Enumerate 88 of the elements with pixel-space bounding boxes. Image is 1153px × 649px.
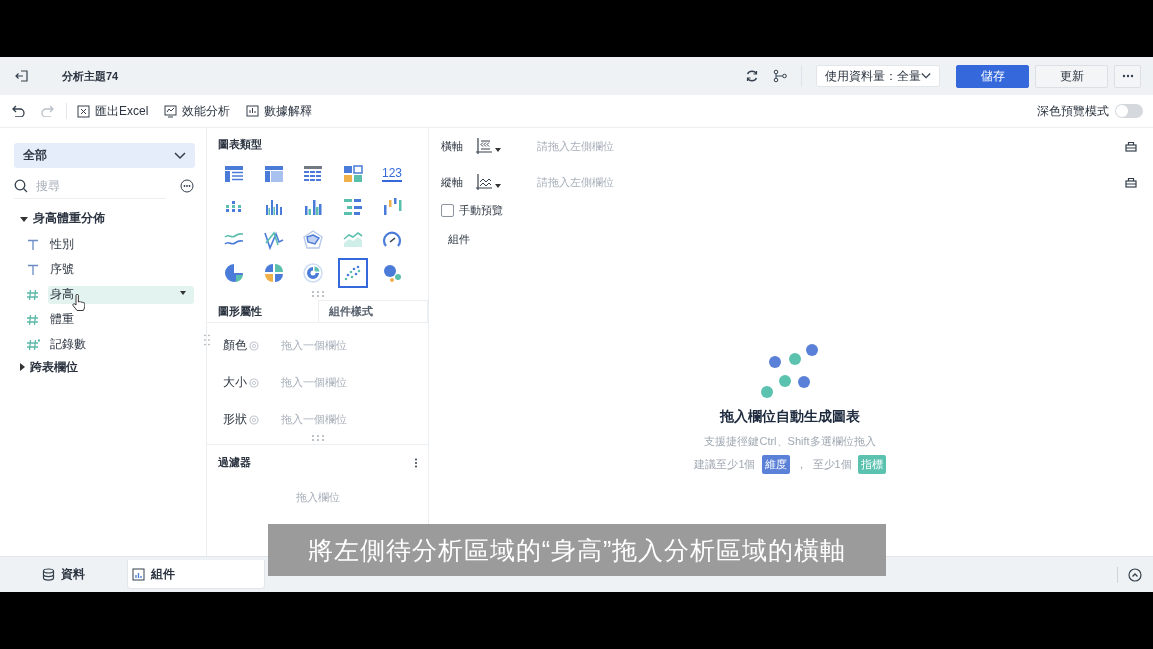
chevron-up-icon bbox=[1128, 567, 1142, 582]
perf-button[interactable]: 效能分析 bbox=[164, 102, 231, 120]
kebab-menu-icon[interactable] bbox=[414, 457, 418, 468]
drag-handle-icon[interactable] bbox=[311, 435, 324, 441]
drag-handle-icon[interactable] bbox=[204, 334, 210, 346]
suggestion-text: 至少1個 bbox=[812, 457, 852, 472]
chevron-down-icon bbox=[174, 151, 186, 160]
report-title: 分析主題74 bbox=[62, 68, 120, 84]
more-options-button[interactable] bbox=[180, 179, 194, 193]
property-label: 顏色 bbox=[223, 337, 247, 354]
update-button[interactable]: 更新 bbox=[1035, 64, 1108, 88]
search-icon bbox=[14, 178, 28, 193]
empty-state-hint: 支援捷徑鍵Ctrl、Shift多選欄位拖入 bbox=[704, 434, 876, 449]
number-chart-button[interactable]: 123 bbox=[377, 159, 407, 189]
bubble-chart-icon bbox=[381, 262, 403, 284]
excel-button[interactable]: 匯出Excel bbox=[77, 102, 149, 120]
crossline-chart-icon bbox=[262, 229, 285, 251]
number-type-icon bbox=[26, 288, 40, 301]
chevron-down-icon bbox=[921, 72, 931, 80]
radar-chart-icon bbox=[302, 229, 324, 251]
refresh-icon bbox=[745, 69, 759, 83]
scope-select[interactable]: 全部 bbox=[14, 143, 195, 168]
pie-chart-icon bbox=[223, 262, 245, 284]
component-label: 組件 bbox=[447, 232, 471, 247]
field-item[interactable]: 體重 bbox=[48, 310, 194, 329]
folder-label[interactable]: 身高體重分佈 bbox=[33, 209, 105, 227]
text-type-icon bbox=[26, 238, 40, 251]
refresh-button[interactable] bbox=[745, 69, 759, 83]
dark-preview-toggle[interactable] bbox=[1115, 104, 1143, 118]
data-amount-select[interactable]: 使用資料量：全量 bbox=[816, 65, 940, 87]
count-type-icon bbox=[26, 338, 40, 351]
undo-button[interactable] bbox=[12, 105, 25, 117]
suggestion-text: ， bbox=[795, 457, 807, 472]
chart-monitor-icon bbox=[164, 104, 178, 118]
excel-icon bbox=[77, 104, 90, 118]
property-label: 大小 bbox=[223, 374, 247, 391]
empty-state-title: 拖入欄位自動生成圖表 bbox=[720, 408, 860, 426]
collapse-icon[interactable] bbox=[20, 216, 28, 222]
chart-icon bbox=[132, 567, 145, 581]
checkbox-label: 手動預覽 bbox=[459, 202, 503, 218]
properties-tab[interactable]: 組件樣式 bbox=[317, 300, 428, 322]
suggestion-text: 建議至少1個 bbox=[694, 457, 756, 472]
lineage-button[interactable] bbox=[773, 69, 787, 83]
video-caption: 將左側待分析區域的“身高”拖入分析區域的橫軸 bbox=[268, 524, 886, 576]
ring-chart-icon bbox=[302, 262, 324, 284]
block-chart-icon bbox=[341, 163, 364, 185]
measure-tag: 指標 bbox=[857, 455, 886, 474]
node-graph-icon bbox=[773, 69, 787, 83]
axis-chart-icon bbox=[475, 173, 493, 191]
exit-icon bbox=[15, 69, 29, 83]
dimension-tag: 維度 bbox=[761, 455, 790, 474]
filter-title: 過濾器 bbox=[218, 455, 251, 470]
more-icon bbox=[1121, 74, 1134, 78]
redo-icon bbox=[41, 105, 54, 117]
scatter-chart-button[interactable] bbox=[337, 258, 368, 288]
bottom-tab[interactable]: 資料 bbox=[0, 560, 127, 589]
axis-label: 縱軸 bbox=[441, 174, 464, 190]
explain-button[interactable]: 數據解釋 bbox=[246, 102, 313, 120]
field-item[interactable]: 序號 bbox=[48, 260, 194, 279]
field-item[interactable]: 性別 bbox=[48, 235, 194, 254]
axis-chart-icon bbox=[475, 137, 493, 155]
rankbar-chart-icon bbox=[341, 196, 364, 218]
undo-icon bbox=[12, 105, 25, 117]
number-type-icon bbox=[26, 313, 40, 326]
folder-label[interactable]: 跨表欄位 bbox=[30, 358, 78, 376]
checkbox[interactable] bbox=[441, 203, 454, 217]
search-field[interactable]: 搜尋 bbox=[34, 177, 148, 194]
chart-note-icon bbox=[246, 104, 260, 118]
save-button[interactable]: 儲存 bbox=[956, 64, 1029, 88]
crosstab-chart-icon bbox=[262, 163, 285, 185]
section-title: 圖表類型 bbox=[217, 137, 263, 152]
text-type-icon bbox=[26, 263, 40, 276]
field-item[interactable]: 記錄數 bbox=[48, 335, 194, 354]
waterfall-chart-icon bbox=[381, 196, 403, 218]
expand-icon[interactable] bbox=[20, 363, 25, 371]
properties-tab[interactable]: 圖形屬性 bbox=[207, 300, 318, 322]
hand-cursor-icon bbox=[72, 294, 85, 311]
collapse-panel-button[interactable] bbox=[1128, 567, 1142, 582]
database-icon bbox=[42, 568, 55, 581]
bottom-tab[interactable]: 組件 bbox=[127, 560, 265, 589]
axis-label: 橫軸 bbox=[441, 138, 464, 154]
property-label: 形狀 bbox=[223, 411, 247, 428]
table-chart-icon bbox=[223, 163, 245, 185]
more-options-icon bbox=[180, 179, 194, 193]
field-item[interactable]: 身高 bbox=[48, 285, 194, 304]
multipie-chart-icon bbox=[262, 262, 285, 284]
drag-handle-icon[interactable] bbox=[311, 291, 324, 297]
dark-preview-label: 深色預覽模式 bbox=[1037, 102, 1109, 120]
